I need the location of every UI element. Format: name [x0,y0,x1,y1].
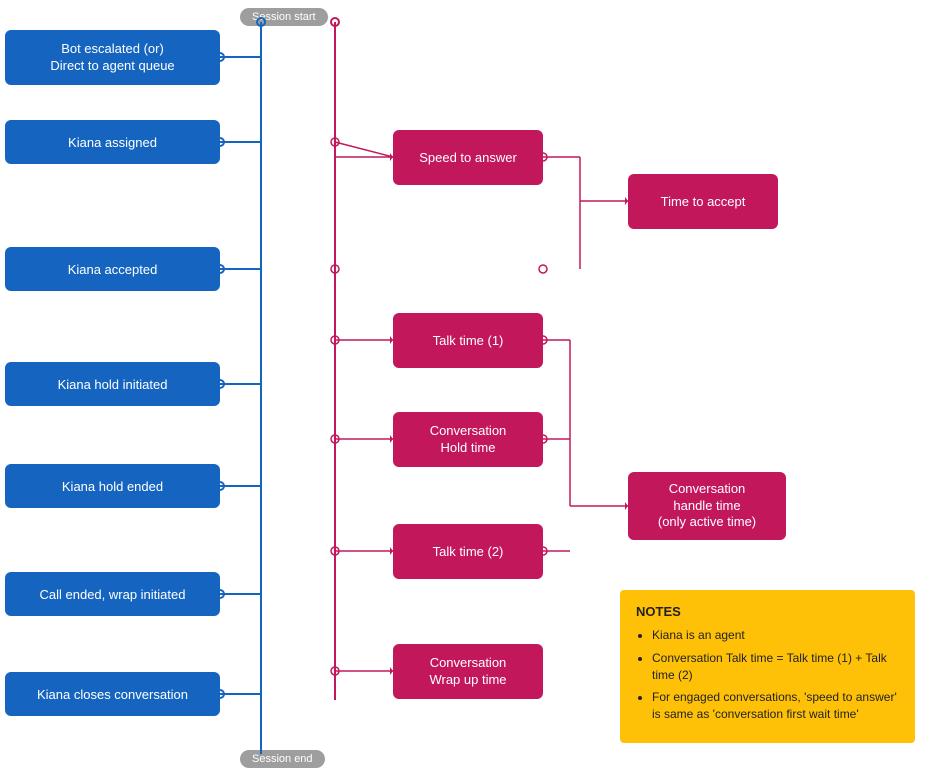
metric-conversation-hold-time: Conversation Hold time [393,412,543,467]
event-kiana-accepted: Kiana accepted [5,247,220,291]
notes-list: Kiana is an agent Conversation Talk time… [636,627,899,723]
event-call-ended: Call ended, wrap initiated [5,572,220,616]
metric-talk-time-1: Talk time (1) [393,313,543,368]
notes-item-3: For engaged conversations, 'speed to ans… [652,689,899,723]
notes-box: NOTES Kiana is an agent Conversation Tal… [620,590,915,743]
notes-item-2: Conversation Talk time = Talk time (1) +… [652,650,899,684]
event-kiana-closes: Kiana closes conversation [5,672,220,716]
metric-conversation-wrap-up-time: Conversation Wrap up time [393,644,543,699]
metric-speed-to-answer: Speed to answer [393,130,543,185]
event-kiana-hold-initiated: Kiana hold initiated [5,362,220,406]
session-end-label: Session end [240,750,325,768]
metric-conversation-handle-time: Conversation handle time (only active ti… [628,472,786,540]
event-bot-escalated: Bot escalated (or) Direct to agent queue [5,30,220,85]
event-kiana-hold-ended: Kiana hold ended [5,464,220,508]
event-kiana-assigned: Kiana assigned [5,120,220,164]
metric-time-to-accept: Time to accept [628,174,778,229]
metric-talk-time-2: Talk time (2) [393,524,543,579]
diagram-container: Session start Session end [0,0,929,777]
notes-item-1: Kiana is an agent [652,627,899,644]
notes-title: NOTES [636,604,899,619]
session-start-label: Session start [240,8,328,26]
